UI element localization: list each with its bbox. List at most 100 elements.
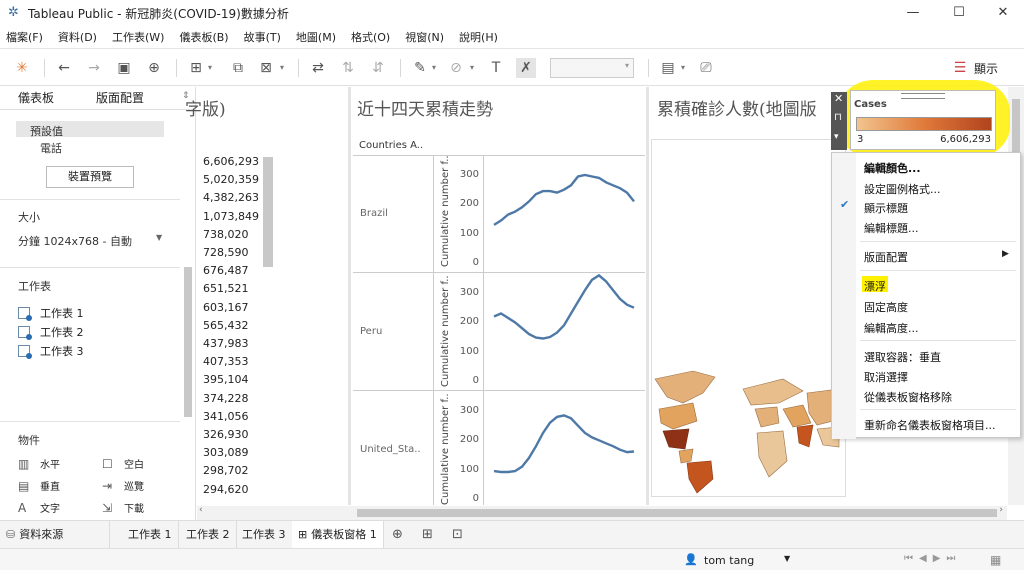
show-me-icon[interactable]: ☰: [950, 58, 970, 78]
new-worksheet-icon[interactable]: ⊞: [186, 58, 206, 78]
legend-min: 3: [857, 134, 864, 145]
show-me-button[interactable]: 顯示: [974, 60, 998, 77]
menu-item-layout[interactable]: 版面配置: [864, 249, 908, 265]
menu-item-float[interactable]: 漂浮: [864, 278, 886, 294]
menu-item-rename[interactable]: 重新命名儀表板窗格項目...: [864, 417, 996, 433]
cases-value: 374,228: [203, 391, 249, 405]
fix-axes-icon[interactable]: ✗: [516, 58, 536, 78]
menu-item-edit-height[interactable]: 編輯高度...: [864, 320, 919, 336]
object-navigation[interactable]: ⇥ 巡覽: [102, 478, 144, 494]
tab-dashboard[interactable]: 儀表板: [18, 87, 54, 109]
highlight-icon[interactable]: ✎: [410, 58, 430, 78]
object-download[interactable]: ⇲ 下載: [102, 500, 144, 516]
tab-layout[interactable]: 版面配置: [96, 87, 144, 109]
column-header-countries[interactable]: Countries A..: [359, 140, 423, 151]
menu-item-edit-title[interactable]: 編輯標題...: [864, 220, 919, 236]
row-label-peru[interactable]: Peru: [360, 326, 382, 337]
clear-sheet-icon[interactable]: ⊠: [256, 58, 276, 78]
menu-item-remove-from-dashboard[interactable]: 從儀表板窗格移除: [864, 389, 952, 405]
new-dashboard-tab-icon[interactable]: ⊞: [422, 527, 433, 542]
cases-value: 407,353: [203, 355, 249, 369]
menu-item-show-title[interactable]: 顯示標題: [864, 200, 908, 216]
tab-sheet-3[interactable]: 工作表 3: [236, 521, 293, 549]
row-label-united-states[interactable]: United_Sta..: [360, 444, 421, 455]
swap-icon[interactable]: ⇄: [308, 58, 328, 78]
close-button[interactable]: ✕: [980, 0, 1024, 26]
close-icon[interactable]: ✕: [834, 92, 843, 105]
device-preview-button[interactable]: 裝置預覽: [46, 166, 134, 188]
trend-line-3[interactable]: [493, 414, 635, 474]
save-icon[interactable]: ▣: [114, 58, 134, 78]
menu-file[interactable]: 檔案(F): [6, 29, 43, 45]
minimize-button[interactable]: —: [890, 0, 936, 26]
menu-worksheet[interactable]: 工作表(W): [112, 29, 164, 45]
menu-window[interactable]: 視窗(N): [405, 29, 444, 45]
menu-item-edit-colors[interactable]: 編輯顏色...: [864, 160, 921, 176]
sort-ascending-icon[interactable]: ⇅: [338, 58, 358, 78]
new-worksheet-tab-icon[interactable]: ⊕: [392, 527, 403, 542]
tableau-home-icon[interactable]: ✳: [12, 58, 32, 78]
tab-data-source[interactable]: ⛁ 資料來源: [0, 521, 110, 549]
more-options-icon[interactable]: ▾: [834, 132, 839, 142]
menu-help[interactable]: 說明(H): [459, 29, 498, 45]
show-labels-icon[interactable]: T: [486, 58, 506, 78]
trend-line-2[interactable]: [493, 273, 635, 340]
menu-item-fixed-height[interactable]: 固定高度: [864, 299, 908, 315]
size-select[interactable]: 分鐘 1024x768 - 自動: [18, 233, 132, 249]
sheet-item-1[interactable]: 工作表 1: [18, 305, 84, 321]
show-cards-icon[interactable]: ▤: [658, 58, 678, 78]
cases-value: 437,983: [203, 337, 249, 350]
world-map[interactable]: [653, 369, 843, 495]
object-blank[interactable]: ☐ 空白: [102, 456, 144, 472]
object-horizontal[interactable]: ▥ 水平: [18, 456, 60, 472]
panel-scrollbar[interactable]: [184, 267, 192, 417]
chevron-down-icon[interactable]: ▼: [784, 554, 790, 563]
table-scrollbar[interactable]: [263, 157, 273, 267]
user-name[interactable]: tom tang: [704, 554, 754, 567]
menu-story[interactable]: 故事(T): [244, 29, 281, 45]
grid-view-icon[interactable]: ▦: [990, 553, 1001, 567]
vertical-icon: ▤: [18, 478, 30, 493]
fit-dropdown[interactable]: ▾: [550, 58, 634, 78]
menu-map[interactable]: 地圖(M): [296, 29, 336, 45]
object-vertical[interactable]: ▤ 垂直: [18, 478, 60, 494]
presentation-mode-icon[interactable]: ⎚: [696, 58, 716, 78]
chevron-down-icon[interactable]: ▼: [156, 233, 162, 242]
undo-icon[interactable]: ←: [54, 58, 74, 78]
device-phone[interactable]: 電話: [40, 140, 62, 156]
tab-sheet-1[interactable]: 工作表 1: [122, 521, 179, 549]
sheet-item-3[interactable]: 工作表 3: [18, 343, 84, 359]
menu-item-select-container[interactable]: 選取容器：垂直: [864, 349, 941, 365]
cases-value: 1,073,849: [203, 209, 259, 223]
pin-icon[interactable]: ⊓: [834, 112, 842, 123]
group-icon[interactable]: ⊘: [446, 58, 466, 78]
tab-sheet-2[interactable]: 工作表 2: [180, 521, 237, 549]
redo-icon[interactable]: →: [84, 58, 104, 78]
tab-dashboard-1[interactable]: ⊞ 儀表板窗格 1: [292, 521, 384, 549]
menu-item-format-legend[interactable]: 設定圖例格式...: [864, 181, 941, 197]
new-data-source-icon[interactable]: ⊕: [144, 58, 164, 78]
chevron-right-icon[interactable]: ›: [999, 505, 1003, 515]
menu-item-deselect[interactable]: 取消選擇: [864, 369, 908, 385]
objects-heading: 物件: [18, 434, 40, 447]
trend-line-1[interactable]: [493, 173, 635, 226]
duplicate-sheet-icon[interactable]: ⧉: [228, 58, 248, 78]
device-default[interactable]: 預設值: [30, 123, 63, 139]
drag-grip-icon[interactable]: [901, 93, 945, 99]
cases-value: 395,104: [203, 373, 249, 387]
menu-data[interactable]: 資料(D): [58, 29, 97, 45]
maximize-button[interactable]: ☐: [936, 0, 982, 26]
menu-format[interactable]: 格式(O): [351, 29, 390, 45]
new-story-tab-icon[interactable]: ⊡: [452, 527, 463, 542]
canvas-hscrollbar[interactable]: ‹ ›: [197, 505, 1007, 520]
navigation-arrows[interactable]: ⏮◀▶⏭: [904, 553, 961, 564]
object-text[interactable]: A 文字: [18, 500, 60, 516]
sort-descending-icon[interactable]: ⇵: [368, 58, 388, 78]
legend-max: 6,606,293: [940, 134, 991, 145]
row-label-brazil[interactable]: Brazil: [360, 208, 388, 219]
menu-dashboard[interactable]: 儀表板(B): [179, 29, 228, 45]
legend-handle[interactable]: ✕ ⊓ ▾: [831, 92, 847, 150]
chevron-left-icon[interactable]: ‹: [199, 505, 203, 515]
sheet-item-2[interactable]: 工作表 2: [18, 324, 84, 340]
cases-color-legend[interactable]: Cases 3 6,606,293: [850, 90, 996, 150]
